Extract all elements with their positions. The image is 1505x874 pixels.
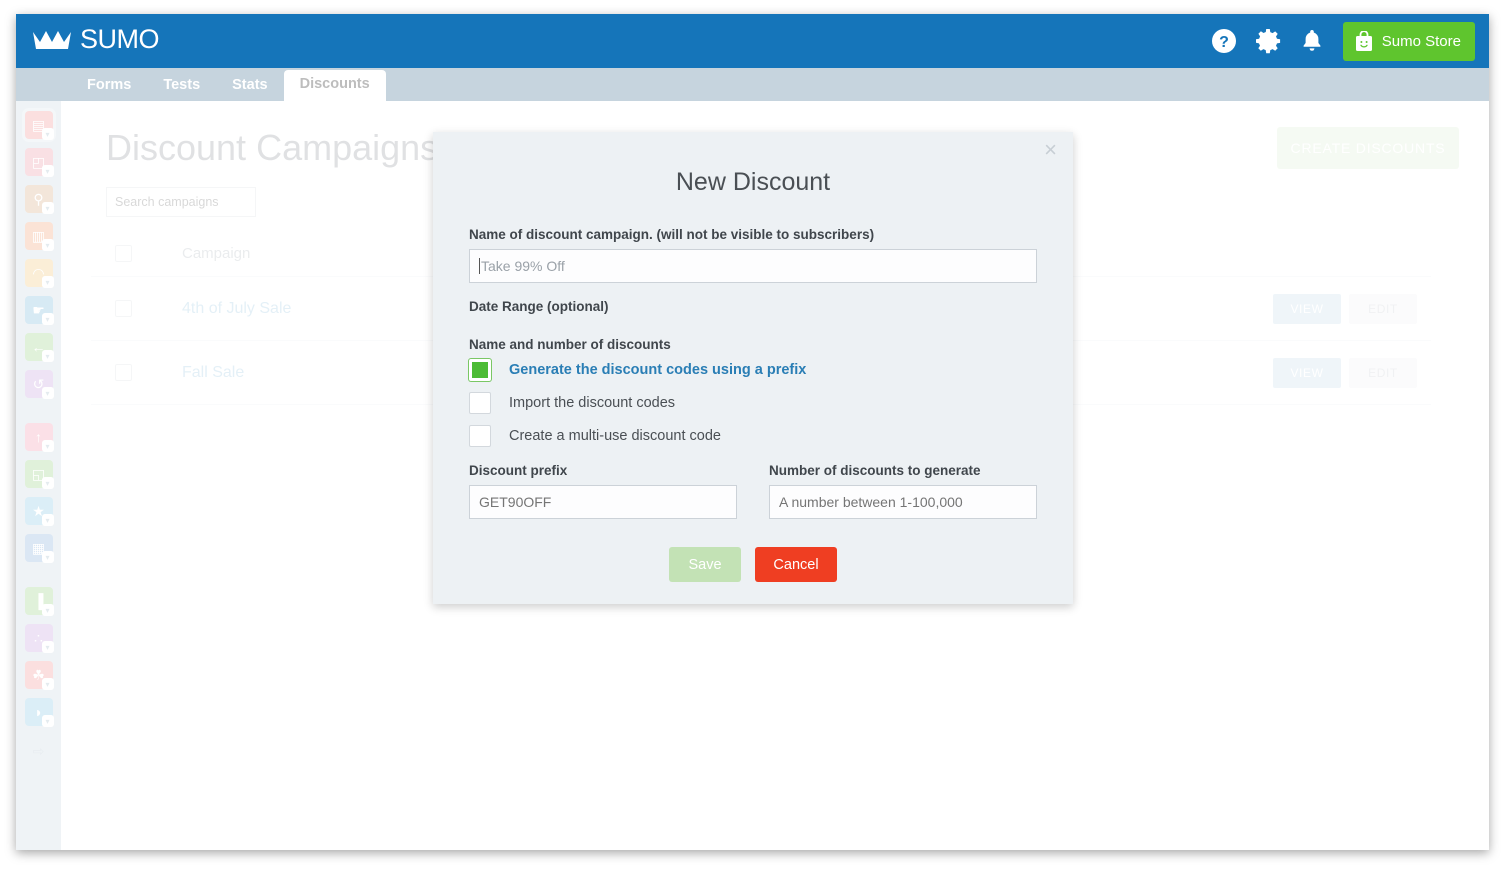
new-discount-modal: × New Discount Name of discount campaign… [433,132,1073,604]
discount-name-placeholder: Take 99% Off [481,258,565,274]
count-label: Number of discounts to generate [769,463,981,478]
option-row[interactable]: Generate the discount codes using a pref… [469,359,1037,381]
tab-bar: Forms Tests Stats Discounts [16,68,1489,101]
option-checkbox[interactable] [469,425,491,447]
options-group-label: Name and number of discounts [469,337,671,352]
option-label: Import the discount codes [509,395,676,411]
crown-icon [33,30,71,49]
discount-count-input[interactable] [769,485,1037,519]
discount-name-input[interactable]: Take 99% Off [469,249,1037,283]
tab-tests[interactable]: Tests [147,71,216,102]
modal-title: New Discount [675,168,831,196]
modal-actions: Save Cancel [469,547,1037,582]
discount-prefix-input[interactable] [469,485,737,519]
tab-discounts[interactable]: Discounts [283,69,386,101]
date-range-label: Date Range (optional) [469,299,609,314]
prefix-label: Discount prefix [469,463,568,478]
name-field-label: Name of discount campaign. (will not be … [469,227,875,242]
top-navigation-bar: SUMO ? Sumo Store [16,14,1489,68]
text-cursor [479,258,480,274]
gear-icon[interactable] [1255,28,1281,54]
tab-stats[interactable]: Stats [216,71,283,102]
cancel-button[interactable]: Cancel [755,547,837,582]
count-field-group: Number of discounts to generate [769,463,1037,519]
top-bar-actions: ? Sumo Store [1211,14,1475,68]
option-row[interactable]: Import the discount codes [469,392,1037,414]
help-icon[interactable]: ? [1211,28,1237,54]
modal-body: Name of discount campaign. (will not be … [433,227,1073,582]
brand-name: SUMO [80,24,160,54]
shopping-bag-icon [1355,30,1372,51]
save-button[interactable]: Save [669,547,741,582]
discount-type-options: Generate the discount codes using a pref… [469,359,1037,447]
option-row[interactable]: Create a multi-use discount code [469,425,1037,447]
tab-forms[interactable]: Forms [71,71,147,102]
bell-icon[interactable] [1299,28,1325,54]
option-checkbox[interactable] [469,392,491,414]
generation-fields: Discount prefix Number of discounts to g… [469,463,1037,519]
browser-window: SUMO ? Sumo Store Forms Tests Stats Disc… [16,14,1489,850]
tab-list: Forms Tests Stats Discounts [71,68,386,101]
sumo-store-button[interactable]: Sumo Store [1342,21,1475,61]
option-label: Generate the discount codes using a pref… [509,362,807,378]
svg-text:?: ? [1219,34,1229,51]
option-checkbox[interactable] [469,359,491,381]
prefix-field-group: Discount prefix [469,463,737,519]
sumo-logo[interactable]: SUMO [32,24,160,54]
sumo-store-label: Sumo Store [1381,32,1461,50]
close-icon[interactable]: × [1038,138,1063,162]
option-label: Create a multi-use discount code [509,428,721,444]
